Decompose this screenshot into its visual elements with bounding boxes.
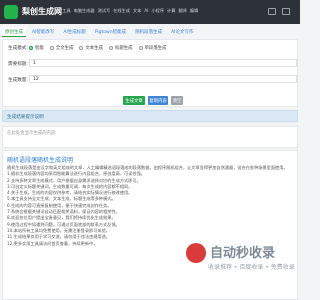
notice-text: 生成结果提示说明 bbox=[7, 115, 44, 120]
tab-random-paragraph[interactable]: 随机段落生成 bbox=[132, 27, 165, 37]
nav-item[interactable]: 测试写 bbox=[98, 8, 111, 14]
radio-selected-icon[interactable] bbox=[29, 46, 33, 50]
tab-original[interactable]: 原创生成 bbox=[2, 27, 26, 37]
radio-icon[interactable] bbox=[108, 46, 113, 50]
tab-paper[interactable]: AI论文写作 bbox=[168, 27, 196, 37]
result-area[interactable]: 在此处会显示生成的内容 bbox=[2, 126, 298, 148]
watermark-text: 自动秒收录 bbox=[210, 246, 276, 261]
top-navigation-bar: 梨创生成网 AI写工具 电脑生成器 测试写 在线生成 文本 AI 小程序 计算 … bbox=[0, 0, 300, 24]
tool-tabs: 原创生成 AI智能改写 AI生成标题 Pigtown智能成 随机段落生成 AI论… bbox=[2, 27, 298, 37]
result-placeholder: 在此处会显示生成的内容 bbox=[7, 131, 56, 136]
mode-option[interactable]: 文本生成 bbox=[79, 45, 103, 51]
result-notice: 生成结果提示说明 bbox=[2, 110, 298, 122]
mode-option[interactable]: 单段落生成 bbox=[138, 45, 167, 51]
nav-item[interactable]: 编辑 bbox=[190, 8, 198, 14]
count-input[interactable]: 12 bbox=[29, 75, 297, 83]
mode-option[interactable]: 全文生成 bbox=[49, 45, 73, 51]
nav-item[interactable]: 计算 bbox=[167, 8, 175, 14]
article-body: 随机生成段落是由汉字和英文组成的文章，人工编辑精选语段落成的段落数据，由程序随机… bbox=[7, 165, 293, 247]
nav-item[interactable]: 文本 bbox=[133, 8, 141, 14]
copy-button[interactable]: 复制内容 bbox=[148, 96, 168, 105]
main-nav: AI写工具 电脑生成器 测试写 在线生成 文本 AI 小程序 计算 翻译 编辑 bbox=[54, 8, 198, 14]
user-icon[interactable] bbox=[268, 8, 276, 15]
mode-option[interactable]: 智能 bbox=[29, 45, 44, 51]
radio-icon[interactable] bbox=[79, 46, 84, 50]
nav-item[interactable]: 小程序 bbox=[151, 8, 164, 14]
clear-button[interactable]: 清空 bbox=[171, 96, 183, 105]
article-title: 随机语段落随机生成说明 bbox=[7, 157, 74, 164]
nav-item[interactable]: 在线生成 bbox=[113, 8, 130, 14]
generate-button[interactable]: 生成文章 bbox=[123, 96, 145, 105]
watermark-logo-icon bbox=[186, 243, 206, 263]
nav-item[interactable]: 电脑生成器 bbox=[74, 8, 95, 14]
tab-title[interactable]: AI生成标题 bbox=[60, 27, 88, 37]
keyword-input[interactable]: 1 bbox=[29, 59, 297, 67]
mode-option[interactable]: 标题生成 bbox=[108, 45, 133, 51]
logo-icon[interactable] bbox=[4, 5, 18, 19]
count-label: 生成数量: bbox=[8, 78, 28, 83]
tab-rewrite[interactable]: AI智能改写 bbox=[29, 27, 57, 37]
radio-icon[interactable] bbox=[138, 46, 143, 50]
menu-icon[interactable] bbox=[282, 8, 290, 15]
watermark: 自动秒收录 收录推荐 • 百度收录 • 免费收录 bbox=[186, 240, 298, 280]
nav-item[interactable]: AI bbox=[144, 8, 148, 14]
nav-item[interactable]: AI写工具 bbox=[54, 8, 71, 14]
tab-pigtown[interactable]: Pigtown智能成 bbox=[92, 27, 129, 37]
mode-label: 生成模式: bbox=[8, 46, 28, 51]
mode-options: 智能 全文生成 文本生成 标题生成 单段落生成 bbox=[29, 45, 167, 51]
nav-item[interactable]: 翻译 bbox=[178, 8, 186, 14]
radio-icon[interactable] bbox=[49, 46, 54, 50]
generator-form: 生成模式: 智能 全文生成 文本生成 标题生成 单段落生成 需要标题: 1 生成… bbox=[2, 39, 298, 107]
keyword-label: 需要标题: bbox=[8, 62, 28, 67]
watermark-subtext: 收录推荐 • 百度收录 • 免费收录 bbox=[208, 264, 295, 271]
